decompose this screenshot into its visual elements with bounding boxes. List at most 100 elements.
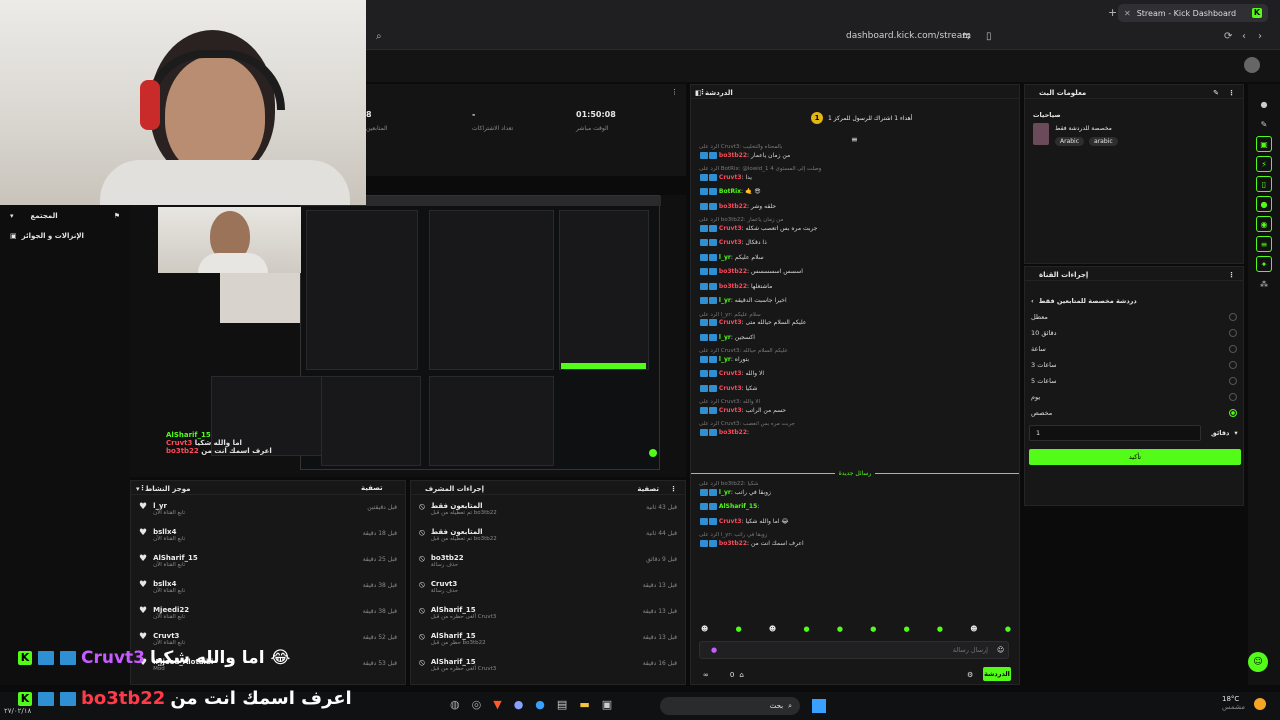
chat-message[interactable]: l_yr: اكسجين [691, 333, 1019, 342]
emote-icon[interactable]: ● [803, 625, 809, 633]
chat-message[interactable]: bo3tb22: اعرف اسمك انت من [691, 539, 1019, 548]
list-item-name[interactable]: AlSharif_15 [431, 632, 486, 640]
chat-send-button[interactable]: الدردشة [983, 667, 1011, 681]
radio-button[interactable] [1229, 361, 1237, 369]
chat-message[interactable]: l_yr: سلام عليكم [691, 253, 1019, 262]
phone-icon[interactable]: ▯ [1256, 176, 1272, 192]
chat-username[interactable]: Cruvt3 [719, 407, 742, 414]
list-item-name[interactable]: المتابعون فقط [431, 528, 497, 536]
duration-option[interactable]: يوم [1025, 389, 1243, 405]
more-icon[interactable]: ⋮ [1228, 89, 1235, 97]
chat-username[interactable]: l_yr [719, 334, 731, 341]
more-icon[interactable]: ⋮ [670, 485, 677, 493]
chat-message[interactable]: Cruvt3: جربت مره بس اتعصب شكله [691, 224, 1019, 233]
chat-message[interactable]: l_yr: زوبقا في راتب [691, 488, 1019, 497]
chat-message[interactable]: bo3tb22: اسسس اسسسسس [691, 268, 1019, 276]
chat-username[interactable]: l_yr [719, 297, 731, 304]
url-text[interactable]: dashboard.kick.com/stream [846, 31, 971, 41]
radio-button[interactable] [1229, 393, 1237, 401]
bolt-icon[interactable]: ⚡ [1256, 156, 1272, 172]
search-icon[interactable]: ⌕ [376, 32, 382, 42]
radio-button[interactable] [1229, 329, 1237, 337]
chat-username[interactable]: Cruvt3 [719, 518, 742, 525]
discord-icon[interactable]: ● [514, 698, 524, 711]
chat-message[interactable]: Cruvt3: حسم من الراتب [691, 406, 1019, 415]
sidebar-community[interactable]: المجتمع [31, 212, 109, 220]
duration-option[interactable]: 5 ساعات [1025, 373, 1243, 389]
more-icon[interactable]: ⋮ [1228, 271, 1235, 279]
radio-button[interactable] [1229, 377, 1237, 385]
chat-message[interactable]: l_yr: اخيراً جاسبت الدقيقه [691, 297, 1019, 305]
forward-icon[interactable]: › [1258, 32, 1262, 42]
back-chevron-icon[interactable]: ‹ [1031, 297, 1034, 305]
windows-start-icon[interactable] [812, 699, 826, 713]
edge-icon[interactable]: ● [535, 698, 545, 711]
list-item-name[interactable]: AlSharif_15 [431, 606, 496, 614]
sidebar-item-tasks[interactable]: الإنزالات و الجوائز [22, 232, 84, 240]
app-icon[interactable]: ◍ [450, 698, 460, 711]
emote-icon[interactable]: ● [937, 625, 943, 633]
list-item-name[interactable]: Cruvt3 [431, 580, 458, 588]
chat-message[interactable]: l_yr: بتوراه [691, 355, 1019, 364]
emote-icon[interactable]: ● [837, 625, 843, 633]
chat-username[interactable]: Cruvt3 [719, 319, 742, 326]
taskbar-search[interactable]: بحث ⌕ [660, 697, 800, 715]
chat-username[interactable]: BotRix [719, 188, 741, 195]
info-icon[interactable]: ● [1256, 96, 1272, 112]
chat-message[interactable]: Cruvt3: اما والله شكيا 😂 [691, 517, 1019, 526]
chat-username[interactable]: bo3tb22 [719, 540, 747, 547]
chat-message[interactable]: bo3tb22: ماشتغلها [691, 282, 1019, 291]
tag[interactable]: Arabic [1055, 137, 1085, 146]
list-item-name[interactable]: AlSharif_15 [153, 554, 198, 562]
reload-icon[interactable]: ⟳ [1224, 32, 1232, 42]
chat-username[interactable]: l_yr [719, 254, 731, 261]
chat-message[interactable]: Cruvt3: ذا دقكال [691, 239, 1019, 247]
tag[interactable]: arabic [1089, 137, 1118, 146]
pencil-icon[interactable]: ✎ [1256, 116, 1272, 132]
emote-picker-icon[interactable]: ● [711, 646, 717, 654]
weather-widget[interactable]: 18°C مشمس [1222, 695, 1245, 711]
chat-username[interactable]: Cruvt3 [719, 239, 742, 246]
wrench-icon[interactable]: ✦ [1256, 256, 1272, 272]
emote-icon[interactable]: ☻ [769, 625, 776, 633]
list-item-name[interactable]: bo3tb22 [431, 554, 464, 562]
app-icon[interactable]: ▤ [557, 698, 567, 711]
chat-username[interactable]: l_yr [719, 356, 731, 363]
chat-username[interactable]: bo3tb22 [719, 283, 747, 290]
smile-icon[interactable]: ☺ [997, 646, 1004, 654]
more-icon[interactable]: ⋮ [671, 88, 678, 96]
edit-icon[interactable]: ✎ [1213, 89, 1219, 97]
chat-message[interactable]: Cruvt3: الا والله [691, 370, 1019, 378]
duration-input[interactable]: 1 [1029, 425, 1201, 441]
list-item-name[interactable]: المتابعون فقط [431, 502, 497, 510]
list-item-name[interactable]: bsllx4 [153, 580, 185, 588]
duration-option[interactable]: مخصص [1025, 405, 1243, 421]
duration-unit-select[interactable]: دقائق ▾ [1211, 429, 1238, 437]
emote-icon[interactable]: ● [736, 625, 742, 633]
chat-message[interactable]: bo3tb22: من زمان ياعمار [691, 151, 1019, 160]
chat-message[interactable]: Cruvt3: عليكم السلام حيالله متى [691, 319, 1019, 327]
chat-username[interactable]: Cruvt3 [719, 370, 742, 377]
radio-button[interactable] [1229, 345, 1237, 353]
browser-tab[interactable]: ✕ Stream - Kick Dashboard K [1118, 4, 1268, 22]
chat-message[interactable]: bo3tb22: حلقه وشر [691, 202, 1019, 211]
close-tab-icon[interactable]: ✕ [1124, 9, 1131, 18]
emote-icon[interactable]: ● [904, 625, 910, 633]
list-item-name[interactable]: Cruvt3 [153, 632, 185, 640]
confirm-button[interactable]: تأكيد [1029, 449, 1241, 465]
emote-icon[interactable]: ● [870, 625, 876, 633]
camera-icon[interactable]: ▣ [1256, 136, 1272, 152]
back-icon[interactable]: ‹ [1242, 32, 1246, 42]
list-item-name[interactable]: bsllx4 [153, 528, 185, 536]
avatar[interactable] [1244, 57, 1260, 73]
chat-username[interactable]: l_yr [719, 489, 731, 496]
users-icon[interactable]: ⁂ [1256, 276, 1272, 292]
chat-username[interactable]: Cruvt3 [719, 385, 742, 392]
radio-button[interactable] [1229, 313, 1237, 321]
duration-option[interactable]: معطل [1025, 309, 1243, 325]
folder-icon[interactable]: ▬ [579, 698, 589, 711]
link-icon[interactable]: ∞ [703, 671, 709, 679]
chat-username[interactable]: bo3tb22 [719, 429, 747, 436]
bookmark-icon[interactable]: ▯ [986, 32, 992, 42]
list-item-name[interactable]: AlSharif_15 [431, 658, 496, 666]
